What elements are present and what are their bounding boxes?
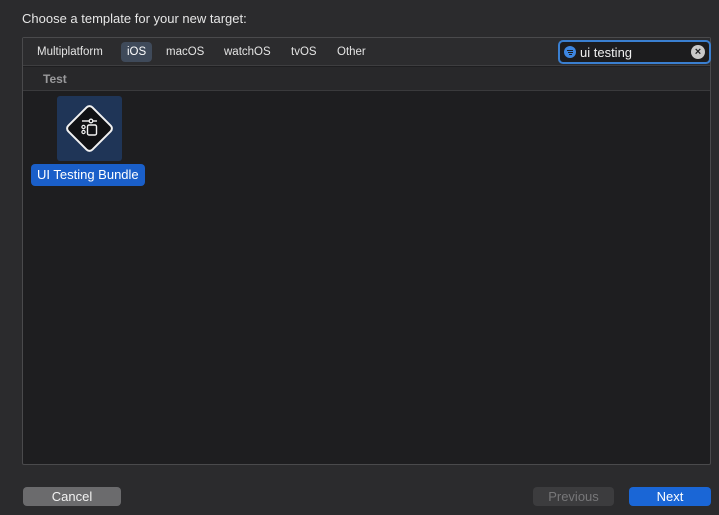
clear-search-icon[interactable]: ×: [691, 45, 705, 59]
next-button[interactable]: Next: [629, 487, 711, 506]
cancel-button[interactable]: Cancel: [23, 487, 121, 506]
tab-other[interactable]: Other: [331, 42, 372, 62]
template-label: UI Testing Bundle: [31, 164, 145, 186]
template-icon-tile: [57, 96, 122, 161]
tab-ios[interactable]: iOS: [121, 42, 153, 62]
template-item-ui-testing-bundle[interactable]: UI Testing Bundle: [31, 96, 149, 188]
search-input[interactable]: [580, 43, 685, 61]
sheet-title: Choose a template for your new target:: [22, 11, 247, 26]
template-panel: Multiplatform iOS macOS watchOS tvOS Oth…: [22, 37, 711, 465]
section-title: Test: [43, 72, 67, 86]
platform-tab-bar: Multiplatform iOS macOS watchOS tvOS Oth…: [23, 38, 711, 66]
tab-watchos[interactable]: watchOS: [218, 42, 277, 62]
filter-search-field[interactable]: ×: [558, 40, 711, 64]
tab-tvos[interactable]: tvOS: [285, 42, 323, 62]
template-chooser-sheet: Choose a template for your new target: M…: [0, 0, 719, 515]
filter-icon: [564, 46, 576, 58]
tab-multiplatform[interactable]: Multiplatform: [31, 42, 109, 62]
section-header-test: Test: [23, 67, 710, 91]
ui-testing-bundle-icon: [66, 105, 113, 152]
previous-button[interactable]: Previous: [533, 487, 614, 506]
tab-macos[interactable]: macOS: [160, 42, 210, 62]
